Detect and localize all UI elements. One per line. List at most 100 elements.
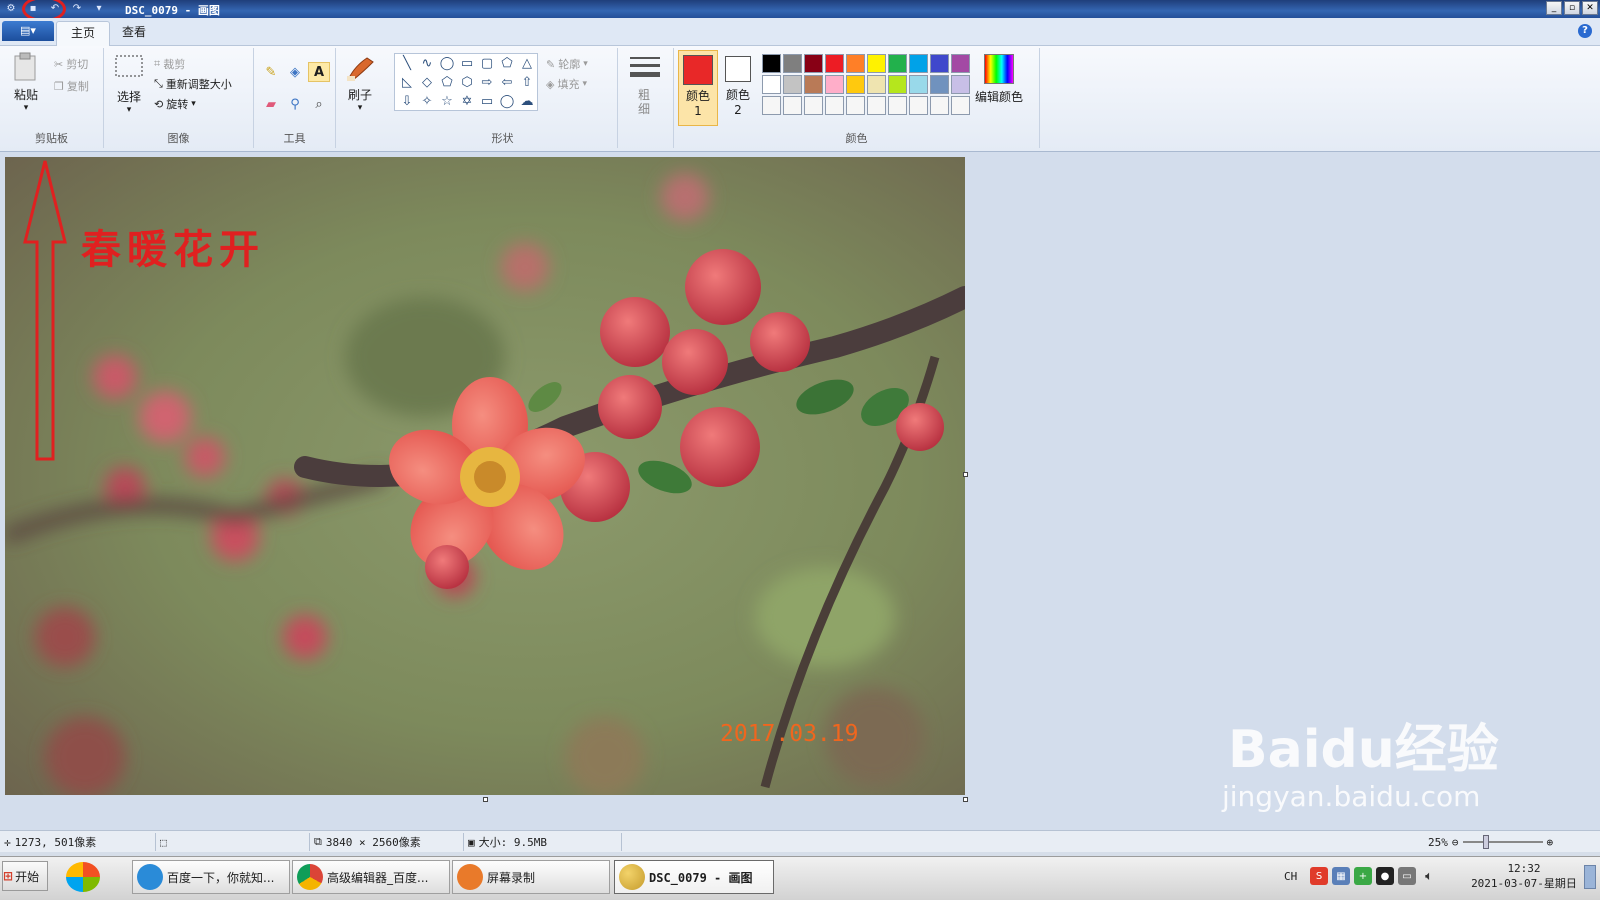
size-button[interactable]: 粗细 bbox=[626, 54, 662, 116]
hexagon-shape-icon[interactable]: ⬡ bbox=[457, 73, 477, 92]
cut-button[interactable]: ✂ 剪切 bbox=[54, 56, 88, 72]
system-clock[interactable]: 12:32 2021-03-07-星期日 bbox=[1464, 861, 1584, 891]
crop-button[interactable]: ⌗ 裁剪 bbox=[154, 56, 185, 72]
color-swatch[interactable] bbox=[888, 75, 907, 94]
task-screen-recorder[interactable]: 屏幕录制 bbox=[452, 860, 610, 894]
eraser-icon[interactable]: ▰ bbox=[260, 94, 282, 114]
pentagon-shape-icon[interactable]: ⬠ bbox=[437, 73, 457, 92]
zoom-out-icon[interactable]: ⊖ bbox=[1452, 836, 1459, 849]
up-arrow-shape-icon[interactable]: ⇧ bbox=[517, 73, 537, 92]
five-point-star-shape-icon[interactable]: ☆ bbox=[437, 92, 457, 111]
paint-app-icon[interactable]: ⚙ bbox=[2, 1, 20, 16]
color-swatch[interactable] bbox=[846, 96, 865, 115]
color-swatch[interactable] bbox=[846, 54, 865, 73]
edit-colors-button[interactable]: 编辑颜色 bbox=[966, 54, 1032, 105]
color-swatch[interactable] bbox=[909, 54, 928, 73]
left-arrow-shape-icon[interactable]: ⇦ bbox=[497, 73, 517, 92]
down-arrow-shape-icon[interactable]: ⇩ bbox=[397, 92, 417, 111]
tab-view[interactable]: 查看 bbox=[108, 21, 160, 46]
magnifier-icon[interactable]: ⌕ bbox=[308, 94, 330, 114]
start-button[interactable]: ⊞ 开始 bbox=[2, 861, 48, 891]
resize-button[interactable]: ⤡ 重新调整大小 bbox=[154, 76, 232, 92]
resize-handle-right[interactable] bbox=[963, 472, 968, 477]
color2-button[interactable]: 颜色2 bbox=[722, 50, 754, 126]
color-swatch[interactable] bbox=[783, 96, 802, 115]
color-swatch[interactable] bbox=[888, 96, 907, 115]
outline-button[interactable]: ✎ 轮廓 ▾ bbox=[546, 56, 588, 72]
oval-shape-icon[interactable]: ◯ bbox=[437, 54, 457, 73]
volume-icon[interactable]: 🔈︎ bbox=[1420, 867, 1438, 885]
resize-handle-corner[interactable] bbox=[963, 797, 968, 802]
text-tool-icon[interactable]: A bbox=[308, 62, 330, 82]
close-button[interactable]: ✕ bbox=[1582, 1, 1598, 15]
oval-callout-shape-icon[interactable]: ◯ bbox=[497, 92, 517, 111]
color-swatch[interactable] bbox=[825, 96, 844, 115]
task-chrome-editor[interactable]: 高级编辑器_百度... bbox=[292, 860, 450, 894]
qq-tray-icon[interactable]: ● bbox=[1376, 867, 1394, 885]
sogou-ime-icon[interactable]: S bbox=[1310, 867, 1328, 885]
network-tray-icon[interactable]: ▦ bbox=[1332, 867, 1350, 885]
resize-handle-bottom[interactable] bbox=[483, 797, 488, 802]
right-triangle-shape-icon[interactable]: ◺ bbox=[397, 73, 417, 92]
color-swatch[interactable] bbox=[930, 54, 949, 73]
color-swatch[interactable] bbox=[804, 75, 823, 94]
color-swatch[interactable] bbox=[762, 75, 781, 94]
triangle-shape-icon[interactable]: △ bbox=[517, 54, 537, 73]
color-swatch[interactable] bbox=[930, 96, 949, 115]
color-swatch[interactable] bbox=[825, 54, 844, 73]
rotate-button[interactable]: ⟲ 旋转 ▾ bbox=[154, 96, 196, 112]
color-swatch[interactable] bbox=[867, 54, 886, 73]
task-ie-browser[interactable]: 百度一下，你就知... bbox=[132, 860, 290, 894]
color1-button[interactable]: 颜色1 bbox=[678, 50, 718, 126]
zoom-slider[interactable] bbox=[1462, 835, 1543, 849]
tab-home[interactable]: 主页 bbox=[56, 21, 111, 46]
restore-button[interactable]: ▫ bbox=[1564, 1, 1580, 15]
display-tray-icon[interactable]: ▭ bbox=[1398, 867, 1416, 885]
help-icon[interactable]: ? bbox=[1578, 24, 1592, 38]
color-swatch[interactable] bbox=[846, 75, 865, 94]
six-point-star-shape-icon[interactable]: ✡ bbox=[457, 92, 477, 111]
brush-button[interactable]: 刷子 ▾ bbox=[340, 52, 380, 113]
cloud-callout-shape-icon[interactable]: ☁ bbox=[517, 92, 537, 111]
flower-photo[interactable]: 春暖花开 2017.03.19 bbox=[5, 157, 965, 795]
copy-button[interactable]: ❐ 复制 bbox=[54, 78, 89, 94]
minimize-button[interactable]: _ bbox=[1546, 1, 1562, 15]
color-swatch[interactable] bbox=[762, 54, 781, 73]
pencil-icon[interactable]: ✎ bbox=[260, 62, 282, 82]
color-swatch[interactable] bbox=[783, 75, 802, 94]
paste-button[interactable]: 粘贴 ▾ bbox=[8, 52, 44, 113]
color-swatch[interactable] bbox=[867, 75, 886, 94]
color-picker-icon[interactable]: ⚲ bbox=[284, 94, 306, 114]
color-swatch[interactable] bbox=[762, 96, 781, 115]
select-button[interactable]: 选择 ▾ bbox=[112, 54, 146, 115]
color-swatch[interactable] bbox=[804, 54, 823, 73]
app-menu-button[interactable]: ▤▾ bbox=[2, 21, 54, 41]
four-point-star-shape-icon[interactable]: ✧ bbox=[417, 92, 437, 111]
color-swatch[interactable] bbox=[930, 75, 949, 94]
show-desktop-button[interactable] bbox=[1584, 865, 1596, 889]
polygon-shape-icon[interactable]: ⬠ bbox=[497, 54, 517, 73]
diamond-shape-icon[interactable]: ◇ bbox=[417, 73, 437, 92]
customize-dropdown-icon[interactable]: ▾ bbox=[90, 1, 108, 16]
quick-launch-icon[interactable] bbox=[66, 862, 100, 892]
color-swatch[interactable] bbox=[867, 96, 886, 115]
rounded-rectangle-shape-icon[interactable]: ▢ bbox=[477, 54, 497, 73]
canvas-area[interactable]: 春暖花开 2017.03.19 bbox=[0, 152, 1600, 830]
redo-icon[interactable]: ↷ bbox=[68, 1, 86, 16]
right-arrow-shape-icon[interactable]: ⇨ bbox=[477, 73, 497, 92]
color-swatch[interactable] bbox=[909, 96, 928, 115]
rectangle-shape-icon[interactable]: ▭ bbox=[457, 54, 477, 73]
rect-callout-shape-icon[interactable]: ▭ bbox=[477, 92, 497, 111]
color-swatch[interactable] bbox=[804, 96, 823, 115]
task-paint[interactable]: DSC_0079 - 画图 bbox=[614, 860, 774, 894]
fill-button[interactable]: ◈ 填充 ▾ bbox=[546, 76, 587, 92]
language-indicator[interactable]: CH bbox=[1284, 870, 1306, 883]
curve-shape-icon[interactable]: ∿ bbox=[417, 54, 437, 73]
line-shape-icon[interactable]: ╲ bbox=[397, 54, 417, 73]
color-swatch[interactable] bbox=[888, 54, 907, 73]
security-tray-icon[interactable]: + bbox=[1354, 867, 1372, 885]
zoom-in-icon[interactable]: ⊕ bbox=[1547, 836, 1554, 849]
color-swatch[interactable] bbox=[909, 75, 928, 94]
color-swatch[interactable] bbox=[783, 54, 802, 73]
fill-bucket-icon[interactable]: ◈ bbox=[284, 62, 306, 82]
